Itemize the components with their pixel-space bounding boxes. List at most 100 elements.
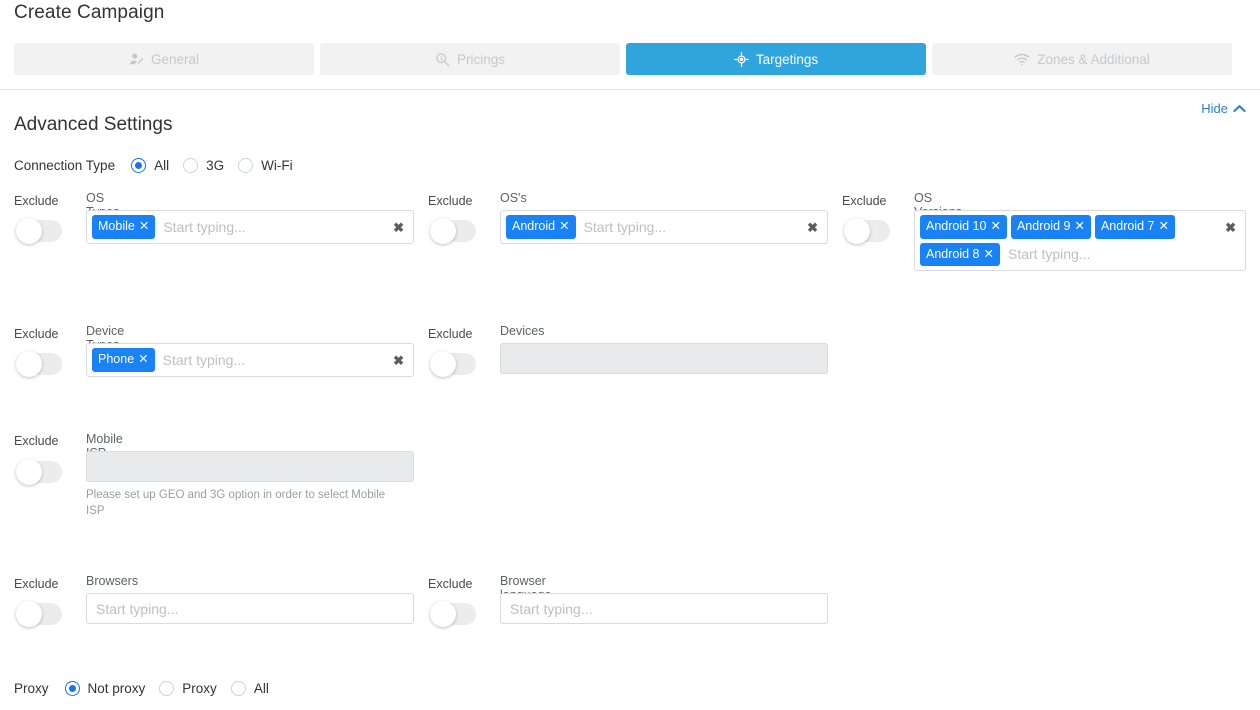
- chip-remove-icon[interactable]: ✕: [990, 220, 1000, 233]
- chip-remove-icon[interactable]: ✕: [138, 353, 148, 366]
- connection-type-option-wifi-label: Wi-Fi: [261, 158, 293, 173]
- input-os-versions[interactable]: Android 10 ✕ Android 9 ✕ Android 7 ✕ And…: [914, 210, 1246, 271]
- placeholder-os-types: Start typing...: [163, 218, 246, 235]
- radio-dot-icon: [159, 681, 175, 696]
- radio-dot-icon: [183, 158, 199, 173]
- chip-label: Phone: [98, 352, 135, 366]
- input-mobile-isp: [86, 451, 414, 482]
- proxy-option-proxy-label: Proxy: [182, 681, 217, 696]
- wifi-icon: [1014, 52, 1030, 67]
- placeholder-browsers: Start typing...: [96, 600, 179, 617]
- connection-type-row: Connection Type All 3G Wi-Fi: [14, 158, 307, 173]
- chip-label: Android 7: [1100, 219, 1155, 233]
- chip-oss: Android ✕: [506, 215, 576, 239]
- connection-type-option-3g-label: 3G: [206, 158, 225, 173]
- chip-label: Mobile: [98, 219, 135, 233]
- clear-device-types-icon[interactable]: ✖: [393, 354, 404, 367]
- clear-os-types-icon[interactable]: ✖: [393, 221, 404, 234]
- proxy-option-all-label: All: [253, 681, 269, 696]
- chip-os-version: Android 7 ✕: [1094, 215, 1175, 239]
- chip-label: Android 10: [926, 219, 987, 233]
- chip-remove-icon[interactable]: ✕: [1074, 220, 1084, 233]
- connection-type-option-3g[interactable]: 3G: [183, 158, 224, 173]
- proxy-option-proxy[interactable]: Proxy: [159, 681, 217, 696]
- tab-targetings[interactable]: Targetings: [626, 43, 926, 75]
- chip-label: Android 8: [926, 246, 980, 261]
- connection-type-label: Connection Type: [14, 158, 116, 173]
- exclude-toggle-os-types[interactable]: [16, 218, 62, 244]
- tab-zones-additional[interactable]: Zones & Additional: [932, 43, 1232, 75]
- placeholder-browser-language: Start typing...: [510, 600, 593, 617]
- exclude-toggle-oss[interactable]: [430, 218, 476, 244]
- connection-type-option-all-label: All: [154, 158, 170, 173]
- clear-oss-icon[interactable]: ✖: [807, 221, 818, 234]
- radio-dot-icon: [64, 681, 80, 696]
- clear-os-versions-icon[interactable]: ✖: [1225, 221, 1236, 234]
- chip-label: Android 9: [1016, 219, 1071, 233]
- hide-toggle-link[interactable]: Hide: [1201, 101, 1246, 116]
- toggle-knob: [16, 601, 42, 627]
- chip-remove-icon[interactable]: ✕: [559, 220, 569, 233]
- search-dollar-icon: $: [435, 52, 450, 67]
- advanced-settings-title: Advanced Settings: [14, 114, 173, 135]
- radio-dot-icon: [238, 158, 254, 173]
- exclude-toggle-browsers[interactable]: [16, 601, 62, 627]
- exclude-label-oss: Exclude: [428, 194, 473, 208]
- page-title: Create Campaign: [14, 2, 165, 23]
- placeholder-device-types: Start typing...: [162, 351, 246, 368]
- exclude-label-devices: Exclude: [428, 327, 473, 341]
- campaign-tabs: General $ Pricings Targetings Zones & Ad…: [14, 43, 1232, 75]
- label-browsers: Browsers: [86, 574, 139, 588]
- tab-general-label: General: [150, 51, 200, 67]
- tab-targetings-label: Targetings: [755, 51, 819, 67]
- connection-type-option-all[interactable]: All: [131, 158, 169, 173]
- proxy-label: Proxy: [14, 681, 49, 696]
- chip-os-version: Android 8 ✕: [920, 242, 1000, 266]
- radio-dot-icon: [131, 158, 147, 173]
- exclude-toggle-os-versions[interactable]: [844, 218, 890, 244]
- proxy-row: Proxy Not proxy Proxy All: [14, 681, 283, 696]
- exclude-label-os-versions: Exclude: [842, 194, 887, 208]
- exclude-toggle-devices[interactable]: [430, 351, 476, 377]
- exclude-toggle-browser-language[interactable]: [430, 601, 476, 627]
- placeholder-oss: Start typing...: [583, 218, 667, 235]
- chip-remove-icon[interactable]: ✕: [1158, 220, 1168, 233]
- toggle-knob: [844, 218, 870, 244]
- exclude-label-browsers: Exclude: [14, 577, 59, 591]
- toggle-knob: [430, 218, 456, 244]
- help-text-mobile-isp: Please set up GEO and 3G option in order…: [86, 489, 386, 517]
- tab-pricings[interactable]: $ Pricings: [320, 43, 620, 75]
- input-oss[interactable]: Android ✕ Start typing... ✖: [500, 210, 828, 244]
- chip-os-version: Android 9 ✕: [1010, 215, 1091, 239]
- input-browsers[interactable]: Start typing...: [86, 593, 414, 624]
- exclude-label-mobile-isp: Exclude: [14, 434, 59, 448]
- chip-remove-icon[interactable]: ✕: [984, 247, 994, 261]
- exclude-label-os-types: Exclude: [14, 194, 59, 208]
- tab-pricings-label: Pricings: [456, 51, 505, 67]
- exclude-toggle-mobile-isp[interactable]: [16, 459, 62, 485]
- toggle-knob: [430, 601, 456, 627]
- proxy-option-not-proxy[interactable]: Not proxy: [64, 681, 145, 696]
- placeholder-os-versions: Start typing...: [1008, 246, 1091, 263]
- crosshair-icon: [733, 51, 749, 67]
- connection-type-option-wifi[interactable]: Wi-Fi: [238, 158, 293, 173]
- tab-general[interactable]: General: [14, 43, 314, 75]
- exclude-label-device-types: Exclude: [14, 327, 59, 341]
- exclude-label-browser-language: Exclude: [428, 577, 473, 591]
- hide-label: Hide: [1201, 101, 1228, 116]
- label-devices: Devices: [500, 324, 545, 338]
- chevron-up-icon: [1233, 104, 1246, 113]
- tab-zones-additional-label: Zones & Additional: [1037, 51, 1150, 67]
- tabs-divider: [0, 89, 1260, 90]
- radio-dot-icon: [230, 681, 246, 696]
- input-browser-language[interactable]: Start typing...: [500, 593, 828, 624]
- label-oss: OS's: [500, 191, 527, 205]
- toggle-knob: [16, 351, 42, 377]
- chip-remove-icon[interactable]: ✕: [139, 220, 149, 233]
- exclude-toggle-device-types[interactable]: [16, 351, 62, 377]
- chip-os-version: Android 10 ✕: [920, 215, 1007, 239]
- input-os-types[interactable]: Mobile ✕ Start typing... ✖: [86, 210, 414, 244]
- user-edit-icon: [129, 52, 144, 67]
- proxy-option-all[interactable]: All: [230, 681, 269, 696]
- input-device-types[interactable]: Phone ✕ Start typing... ✖: [86, 343, 414, 377]
